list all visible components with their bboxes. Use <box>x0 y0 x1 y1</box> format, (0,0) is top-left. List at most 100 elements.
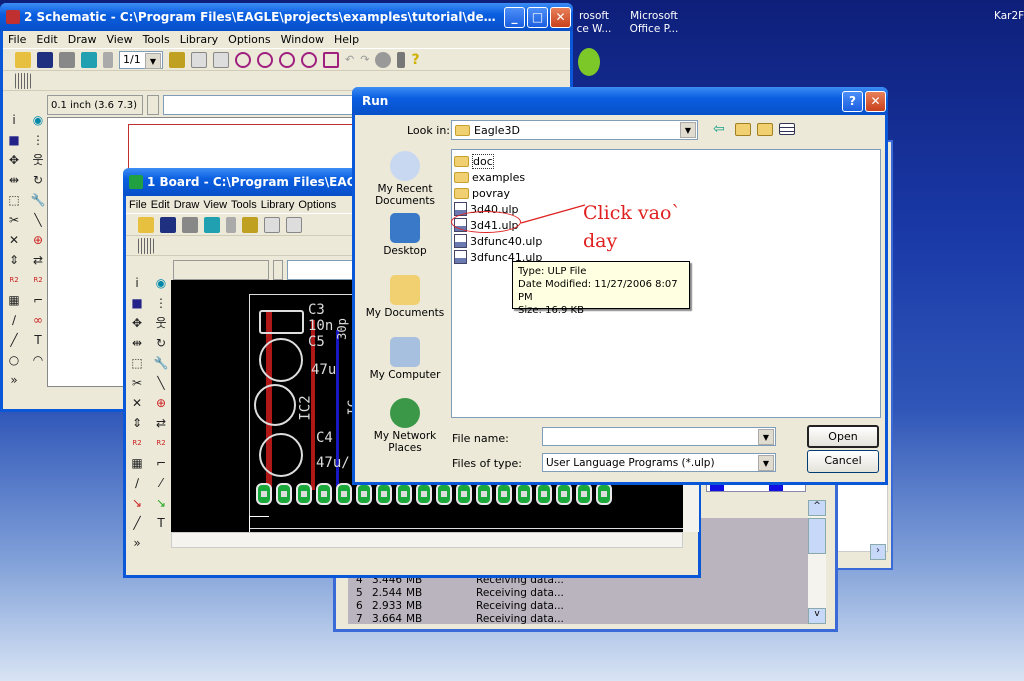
circle-icon[interactable]: ○ <box>6 352 22 368</box>
paste-icon[interactable]: ╲ <box>153 375 169 391</box>
library-icon[interactable] <box>242 216 258 233</box>
group-icon[interactable]: ⬚ <box>129 355 145 371</box>
menu-file[interactable]: File <box>8 33 26 46</box>
rotate-icon[interactable]: ↻ <box>153 335 169 351</box>
sheet-select[interactable]: 1/1 ▼ <box>119 50 163 69</box>
split-icon[interactable]: ∕ <box>129 475 145 491</box>
smash-icon[interactable]: ▦ <box>6 292 22 308</box>
display-icon[interactable]: ■ <box>129 295 145 311</box>
place-desktop[interactable]: Desktop <box>363 213 447 257</box>
place-recent-documents[interactable]: My Recent Documents <box>363 151 447 207</box>
add-icon[interactable]: ⊕ <box>30 232 46 248</box>
zoom-redraw-icon[interactable] <box>301 51 317 68</box>
menu-tools[interactable]: Tools <box>231 199 257 211</box>
files-of-type-select[interactable]: User Language Programs (*.ulp) ▼ <box>542 453 776 472</box>
menu-edit[interactable]: Edit <box>151 199 170 211</box>
gateswap-icon[interactable]: ⇄ <box>30 252 46 268</box>
pinswap-icon[interactable]: ⇕ <box>6 252 22 268</box>
help-icon[interactable]: ? <box>411 52 419 68</box>
ulp-icon[interactable] <box>286 216 302 233</box>
menu-edit[interactable]: Edit <box>36 33 57 46</box>
desktop-icon-green[interactable] <box>578 48 600 76</box>
more-tools-icon[interactable]: » <box>6 372 22 388</box>
name-icon[interactable]: R2 <box>6 272 22 288</box>
menu-draw[interactable]: Draw <box>68 33 97 46</box>
rotate-icon[interactable]: ↻ <box>30 172 46 188</box>
menu-file[interactable]: File <box>129 199 147 211</box>
move-icon[interactable]: ✥ <box>129 315 145 331</box>
library-icon[interactable] <box>169 51 185 68</box>
zoom-fit-icon[interactable] <box>235 51 251 68</box>
open-icon[interactable] <box>15 51 31 68</box>
mirror-icon[interactable]: ⇹ <box>6 172 22 188</box>
undo-icon[interactable]: ↶ <box>345 53 354 66</box>
mirror-icon[interactable]: ⇹ <box>129 335 145 351</box>
stop-icon[interactable] <box>375 51 392 68</box>
change-icon[interactable]: 🔧 <box>30 192 46 208</box>
look-in-select[interactable]: Eagle3D ▼ <box>451 120 698 140</box>
place-my-computer[interactable]: My Computer <box>363 337 447 381</box>
ripup-icon[interactable]: ↘ <box>153 495 169 511</box>
grid-icon[interactable] <box>15 72 31 89</box>
menu-help[interactable]: Help <box>334 33 359 46</box>
text-icon[interactable]: T <box>30 332 46 348</box>
invoke-icon[interactable]: ∞ <box>30 312 46 328</box>
run-dialog-title-bar[interactable]: Run ? ✕ <box>352 87 888 115</box>
cam-icon[interactable] <box>81 51 97 68</box>
save-icon[interactable] <box>37 51 53 68</box>
cut-icon[interactable]: ✂ <box>6 212 22 228</box>
value-icon[interactable]: R2 <box>153 435 169 451</box>
info-icon[interactable]: i <box>129 275 145 291</box>
menu-draw[interactable]: Draw <box>174 199 200 211</box>
info-icon[interactable]: i <box>6 112 22 128</box>
maximize-button[interactable]: □ <box>527 6 548 28</box>
cam-icon[interactable] <box>204 216 220 233</box>
open-icon[interactable] <box>138 216 154 233</box>
desktop-icon-powerpoint[interactable]: Microsoft Office P... <box>622 10 686 36</box>
zoom-out-icon[interactable] <box>279 51 295 68</box>
view-menu-icon[interactable] <box>779 123 795 135</box>
ulp-icon[interactable] <box>213 51 229 68</box>
schematic-title-bar[interactable]: 2 Schematic - C:\Program Files\EAGLE\pro… <box>0 3 573 31</box>
grid-icon[interactable] <box>138 237 154 254</box>
cancel-button[interactable]: Cancel <box>807 450 879 473</box>
file-name-input[interactable]: ▼ <box>542 427 776 446</box>
cut-icon[interactable]: ✂ <box>129 375 145 391</box>
desktop-icon-word[interactable]: rosoft ce W... <box>574 10 614 36</box>
paste-icon[interactable]: ╲ <box>30 212 46 228</box>
menu-view[interactable]: View <box>106 33 132 46</box>
value-icon[interactable]: R2 <box>30 272 46 288</box>
change-icon[interactable]: 🔧 <box>153 355 169 371</box>
split-icon[interactable]: ∕ <box>6 312 22 328</box>
board-switch-icon[interactable] <box>103 51 113 68</box>
zoom-in-icon[interactable] <box>257 51 273 68</box>
group-icon[interactable]: ⬚ <box>6 192 22 208</box>
place-my-documents[interactable]: My Documents <box>363 275 447 319</box>
scroll-right-button[interactable]: › <box>870 544 886 560</box>
wire-icon[interactable]: ╱ <box>129 515 145 531</box>
desktop-icon-kar2fi[interactable]: Kar2Fi <box>994 10 1024 22</box>
script-icon[interactable] <box>264 216 280 233</box>
optimize-icon[interactable]: ⁄ <box>153 475 169 491</box>
menu-options[interactable]: Options <box>228 33 270 46</box>
back-icon[interactable]: ⇦ <box>713 121 725 137</box>
menu-library[interactable]: Library <box>180 33 218 46</box>
menu-window[interactable]: Window <box>281 33 324 46</box>
display-icon[interactable]: ■ <box>6 132 22 148</box>
go-icon[interactable] <box>397 51 406 68</box>
replace-icon[interactable]: ⇄ <box>153 415 169 431</box>
print-icon[interactable] <box>59 51 75 68</box>
show-icon[interactable]: ◉ <box>153 275 169 291</box>
horizontal-scrollbar[interactable] <box>171 532 683 548</box>
file-item-doc[interactable]: doc <box>454 153 878 169</box>
show-icon[interactable]: ◉ <box>30 112 46 128</box>
copy-icon[interactable]: 웃 <box>30 152 46 168</box>
miter-icon[interactable]: ⌐ <box>153 455 169 471</box>
copy-icon[interactable]: 웃 <box>153 315 169 331</box>
arc-icon[interactable]: ◠ <box>30 352 46 368</box>
file-item-examples[interactable]: examples <box>454 169 878 185</box>
pinswap-icon[interactable]: ⇕ <box>129 415 145 431</box>
menu-view[interactable]: View <box>203 199 227 211</box>
route-icon[interactable]: ↘ <box>129 495 145 511</box>
mark-icon[interactable]: ⋮ <box>153 295 169 311</box>
